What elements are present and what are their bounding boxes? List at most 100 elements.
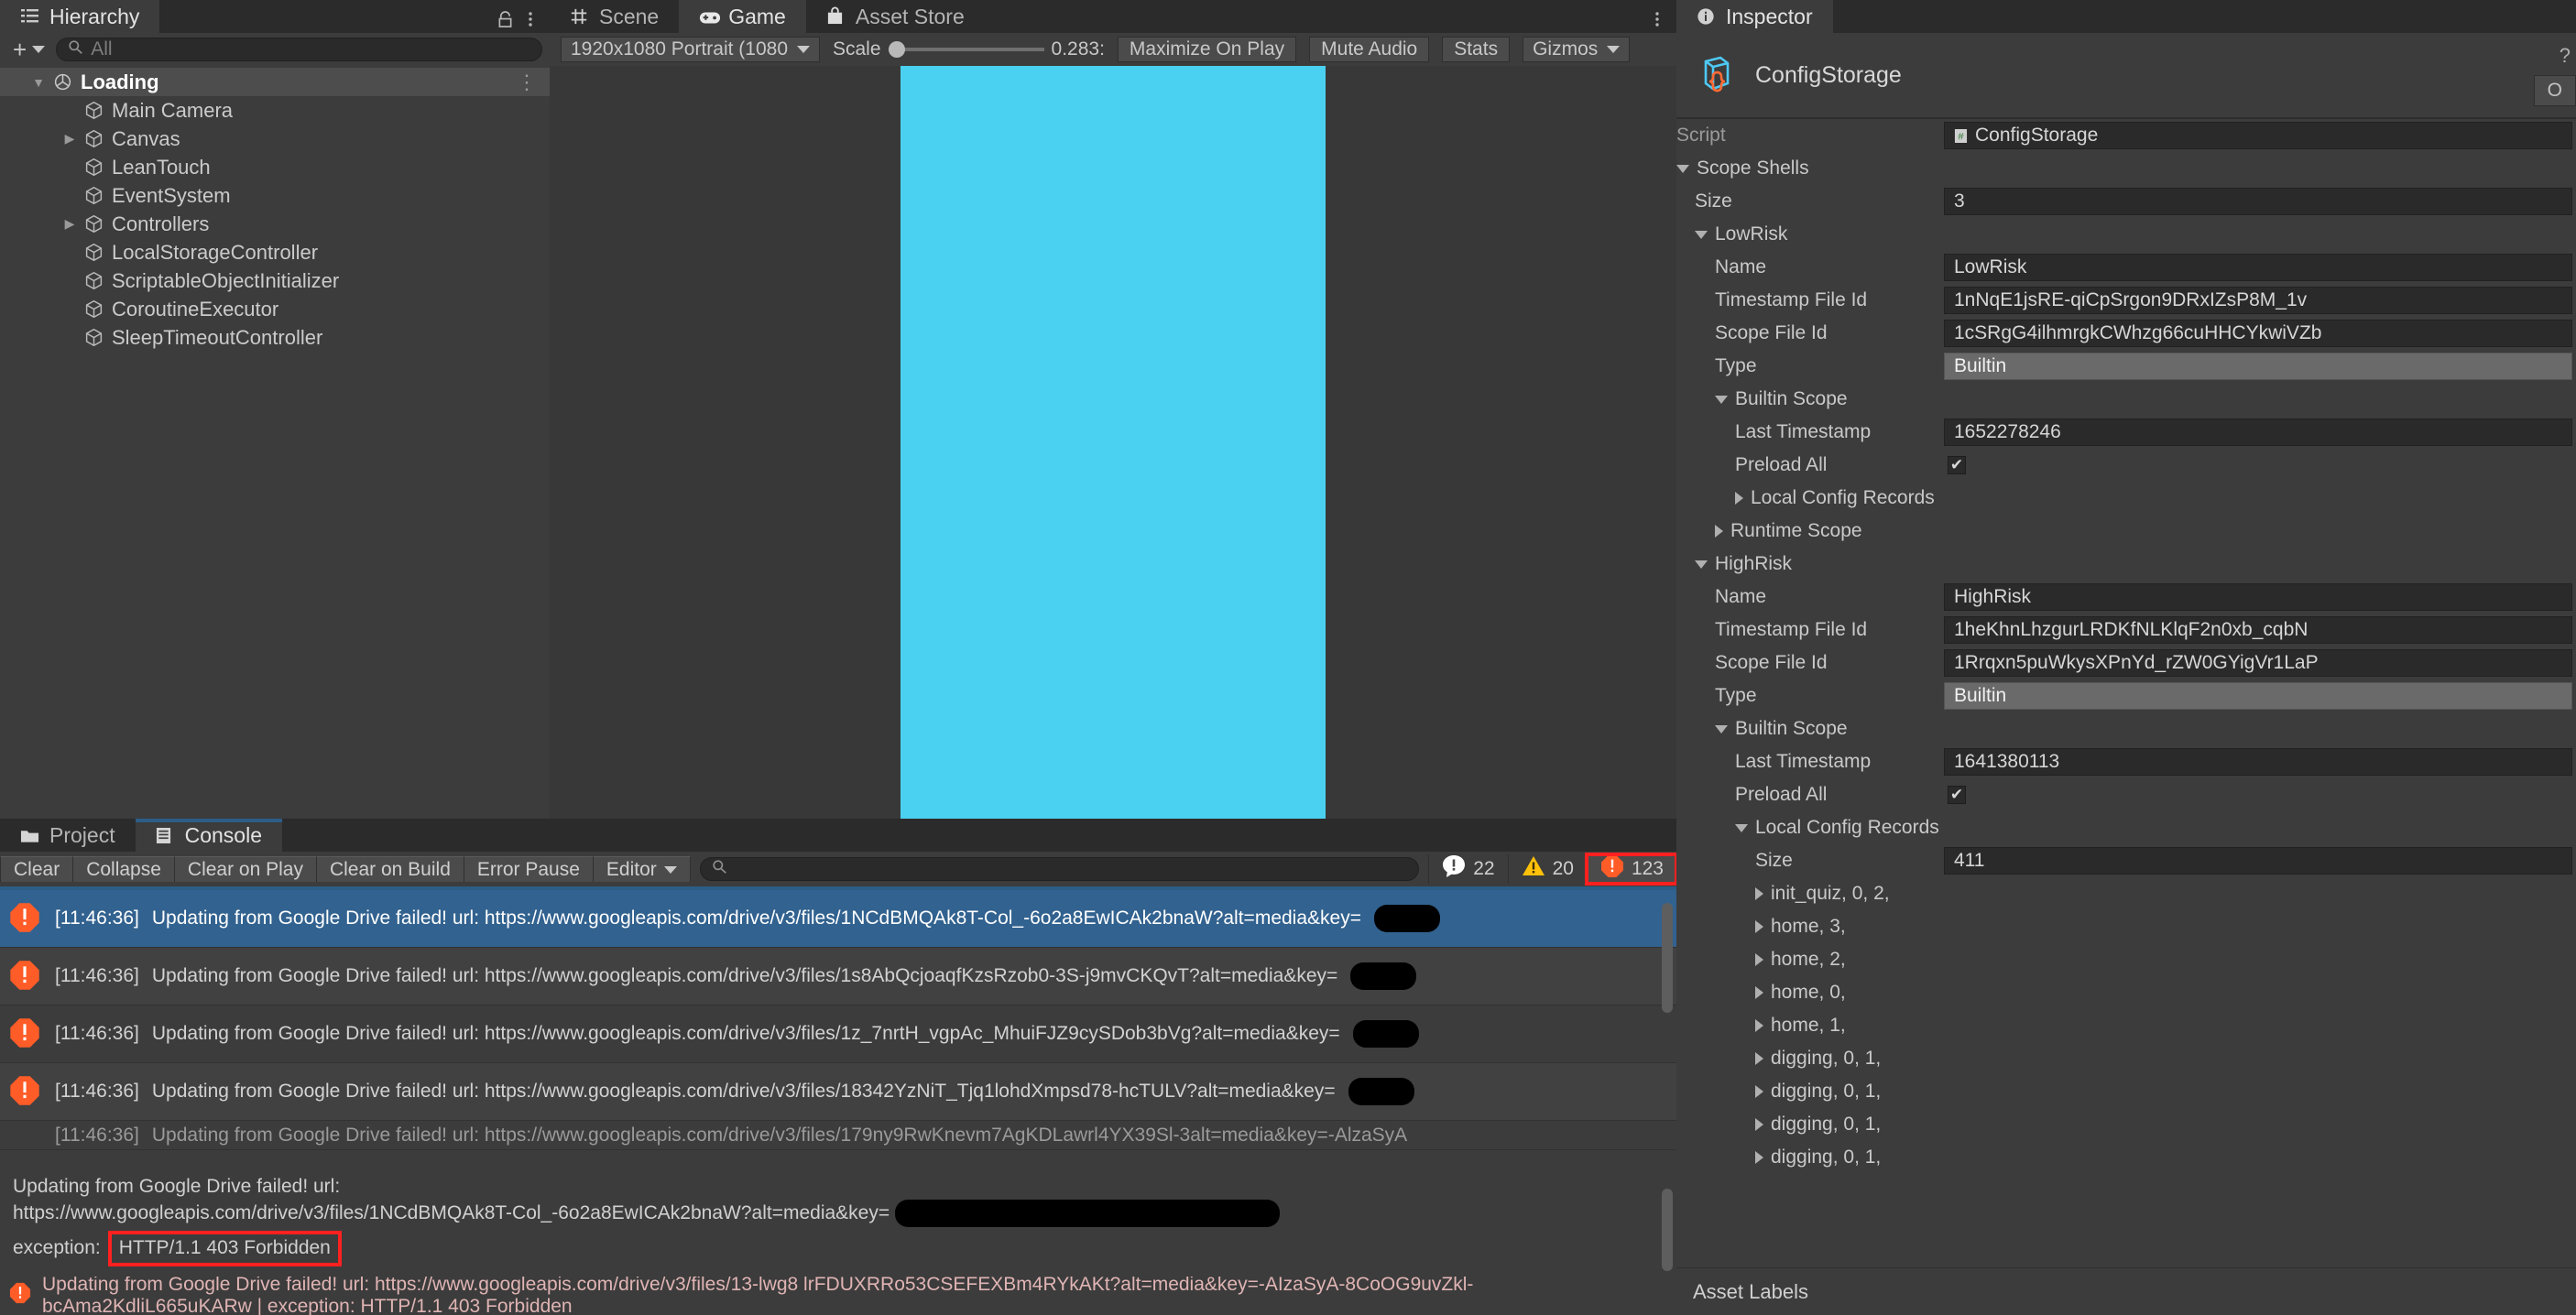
clear-button[interactable]: Clear	[0, 856, 74, 882]
type-0[interactable]: Type Builtin	[1676, 350, 2576, 383]
create-object-button[interactable]: +	[7, 36, 50, 64]
expand-arrow-icon[interactable]: ▶	[59, 131, 81, 147]
status-bar[interactable]: Updating from Google Drive failed! url: …	[0, 1277, 1676, 1315]
preload-all-checkbox[interactable]: ✔	[1944, 451, 2572, 479]
expand-arrow-icon[interactable]	[1755, 1118, 1763, 1131]
clear-on-play-button[interactable]: Clear on Play	[174, 856, 317, 882]
collapse-arrow-icon[interactable]	[1676, 164, 1689, 173]
hierarchy-item-loading[interactable]: ▼ Loading ⋮	[0, 68, 550, 96]
kebab-menu-icon[interactable]	[1654, 10, 1660, 33]
console-log-row[interactable]: [11:46:36] Updating from Google Drive fai…	[0, 1121, 1676, 1150]
console-log-row[interactable]: [11:46:36] Updating from Google Drive fai…	[0, 1005, 1676, 1063]
expand-arrow-icon[interactable]	[1735, 492, 1743, 505]
scale-slider-track[interactable]	[888, 41, 1044, 58]
type-dropdown[interactable]: Builtin	[1944, 353, 2572, 380]
tab-hierarchy[interactable]: Hierarchy	[0, 0, 160, 33]
scale-slider-knob[interactable]	[888, 41, 905, 58]
editor-dropdown[interactable]: Editor	[593, 856, 691, 882]
console-detail-scroll-thumb[interactable]	[1662, 1189, 1673, 1271]
hierarchy-item-localstoragecontroller[interactable]: LocalStorageController	[0, 238, 550, 266]
config-record-8[interactable]: digging, 0, 1,	[1676, 1141, 2576, 1174]
builtin-scope-foldout-1[interactable]: Builtin Scope	[1676, 712, 2576, 745]
config-record-2[interactable]: home, 2,	[1676, 943, 2576, 976]
shell-name-0[interactable]: Name LowRisk	[1676, 251, 2576, 284]
last-timestamp-value[interactable]: 1641380113	[1944, 748, 2572, 776]
console-search-input[interactable]	[699, 857, 1420, 881]
collapse-arrow-icon[interactable]	[1695, 230, 1708, 239]
stats-button[interactable]: Stats	[1442, 37, 1511, 62]
collapse-arrow-icon[interactable]	[1735, 823, 1748, 832]
scope-shells-size[interactable]: Size 3	[1676, 185, 2576, 218]
mute-audio-button[interactable]: Mute Audio	[1309, 37, 1430, 62]
runtime-scope-foldout-0[interactable]: Runtime Scope	[1676, 515, 2576, 548]
expand-arrow-icon[interactable]	[1755, 1151, 1763, 1164]
config-record-5[interactable]: digging, 0, 1,	[1676, 1042, 2576, 1075]
config-record-3[interactable]: home, 0,	[1676, 976, 2576, 1009]
collapse-arrow-icon[interactable]	[1715, 724, 1728, 734]
gizmos-dropdown[interactable]: Gizmos	[1523, 37, 1631, 62]
collapse-button[interactable]: Collapse	[73, 856, 175, 882]
expand-arrow-icon[interactable]	[1755, 986, 1763, 999]
shell-name-1[interactable]: Name HighRisk	[1676, 581, 2576, 614]
scope-file-id-0[interactable]: Scope File Id 1cSRgG4ilhmrgkCWhzg66cuHHCY…	[1676, 317, 2576, 350]
shell-foldout-highrisk[interactable]: HighRisk	[1676, 548, 2576, 581]
console-log-row[interactable]: [11:46:36] Updating from Google Drive fai…	[0, 890, 1676, 948]
collapse-arrow-icon[interactable]	[1715, 395, 1728, 404]
error-pause-button[interactable]: Error Pause	[464, 856, 594, 882]
collapse-arrow-icon[interactable]	[1695, 560, 1708, 569]
last-timestamp-0[interactable]: Last Timestamp 1652278246	[1676, 416, 2576, 449]
help-icon[interactable]: ?	[2560, 44, 2571, 68]
preload-all-1[interactable]: Preload All ✔	[1676, 778, 2576, 811]
hierarchy-item-leantouch[interactable]: LeanTouch	[0, 153, 550, 181]
size-value[interactable]: 3	[1944, 188, 2572, 215]
scope-file-id-value[interactable]: 1Rrqxn5puWkysXPnYd_rZW0GYigVr1LaP	[1944, 649, 2572, 677]
console-log-row[interactable]: [11:46:36] Updating from Google Drive fai…	[0, 948, 1676, 1005]
scope-file-id-value[interactable]: 1cSRgG4ilhmrgkCWhzg66cuHHCYkwiVZb	[1944, 320, 2572, 347]
scale-slider[interactable]: Scale 0.283:	[833, 38, 1105, 60]
maximize-on-play-button[interactable]: Maximize On Play	[1117, 37, 1297, 62]
type-dropdown[interactable]: Builtin	[1944, 682, 2572, 710]
records-size-value[interactable]: 411	[1944, 847, 2572, 875]
open-button[interactable]: O	[2533, 75, 2576, 106]
tab-project[interactable]: Project	[0, 819, 136, 852]
collapse-arrow-icon[interactable]: ▼	[27, 75, 49, 90]
hierarchy-item-main-camera[interactable]: Main Camera	[0, 96, 550, 125]
last-timestamp-1[interactable]: Last Timestamp 1641380113	[1676, 745, 2576, 778]
console-log-row[interactable]: [11:46:36] Updating from Google Drive fai…	[0, 1063, 1676, 1121]
local-config-foldout-1[interactable]: Local Config Records	[1676, 811, 2576, 844]
config-record-1[interactable]: home, 3,	[1676, 910, 2576, 943]
tab-asset-store[interactable]: Asset Store	[805, 0, 985, 33]
expand-arrow-icon[interactable]	[1755, 1085, 1763, 1098]
preload-all-0[interactable]: Preload All ✔	[1676, 449, 2576, 482]
builtin-scope-foldout-0[interactable]: Builtin Scope	[1676, 383, 2576, 416]
console-log-list[interactable]: [11:46:36] Updating from Google Drive fai…	[0, 890, 1676, 1165]
expand-arrow-icon[interactable]	[1755, 1052, 1763, 1065]
shell-name-value[interactable]: HighRisk	[1944, 583, 2572, 611]
expand-arrow-icon[interactable]	[1755, 1019, 1763, 1032]
kebab-menu-icon[interactable]: ⋮	[517, 71, 550, 94]
resolution-dropdown[interactable]: 1920x1080 Portrait (1080	[561, 37, 820, 62]
timestamp-file-id-0[interactable]: Timestamp File Id 1nNqE1jsRE-qiCpSrgon9DR…	[1676, 284, 2576, 317]
asset-labels-section[interactable]: Asset Labels	[1676, 1267, 2576, 1315]
timestamp-file-id-value[interactable]: 1nNqE1jsRE-qiCpSrgon9DRxIZsP8M_1v	[1944, 287, 2572, 314]
local-config-foldout-0[interactable]: Local Config Records	[1676, 482, 2576, 515]
expand-arrow-icon[interactable]: ▶	[59, 216, 81, 232]
warning-count[interactable]: 20	[1507, 854, 1587, 884]
hierarchy-item-scriptableobjectinitializer[interactable]: ScriptableObjectInitializer	[0, 266, 550, 295]
clear-on-build-button[interactable]: Clear on Build	[316, 856, 464, 882]
timestamp-file-id-value[interactable]: 1heKhnLhzgurLRDKfNLKlqF2n0xb_cqbN	[1944, 616, 2572, 644]
timestamp-file-id-1[interactable]: Timestamp File Id 1heKhnLhzgurLRDKfNLKlqF…	[1676, 614, 2576, 647]
hierarchy-item-controllers[interactable]: ▶ Controllers	[0, 210, 550, 238]
tab-scene[interactable]: Scene	[550, 0, 680, 33]
config-record-6[interactable]: digging, 0, 1,	[1676, 1075, 2576, 1108]
error-count[interactable]: 123	[1584, 853, 1679, 886]
tab-inspector[interactable]: Inspector	[1676, 0, 1833, 33]
hierarchy-item-canvas[interactable]: ▶ Canvas	[0, 125, 550, 153]
checkbox-checked[interactable]: ✔	[1948, 786, 1966, 804]
console-log-scrollbar[interactable]	[1660, 890, 1675, 1165]
shell-name-value[interactable]: LowRisk	[1944, 254, 2572, 281]
type-1[interactable]: Type Builtin	[1676, 679, 2576, 712]
preload-all-checkbox[interactable]: ✔	[1944, 781, 2572, 809]
hierarchy-search-input[interactable]: All	[56, 38, 542, 61]
hierarchy-item-coroutineexecutor[interactable]: CoroutineExecutor	[0, 295, 550, 323]
